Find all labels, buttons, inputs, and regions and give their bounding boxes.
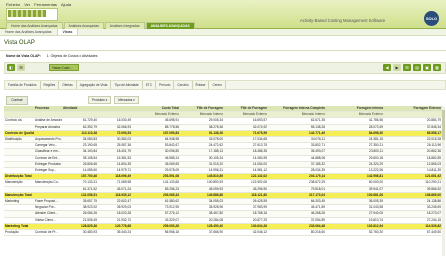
filter-center[interactable]: Centro <box>209 81 227 89</box>
value-cell: 35.440,24 <box>98 229 132 237</box>
value-cell: 37.666,90 <box>180 229 224 237</box>
process-cell: Distribuição Total <box>4 173 34 181</box>
app-title: Activity-Based Costing Management Softwa… <box>300 18 386 23</box>
filter-offers[interactable]: Ofertas <box>59 81 77 89</box>
scrollbar-thumb[interactable] <box>442 110 445 140</box>
next-icon[interactable]: ▶ <box>393 64 401 71</box>
brand-logo: SOLO <box>424 11 439 26</box>
menu-help[interactable]: Ajuda <box>61 2 71 7</box>
process-cell: Controlo de Qualidade Total <box>4 130 34 138</box>
filter-product-family[interactable]: Família de Produtos <box>5 81 41 89</box>
process-cell: Manutenção Total <box>4 192 34 200</box>
filter-regions[interactable]: Regiões <box>41 81 60 89</box>
dimension-selectors: Produtos ▾ Mercados ▾ <box>88 96 139 104</box>
value-cell: 30.480,93 <box>62 229 98 237</box>
page-title: Vista OLAP <box>4 40 35 46</box>
activity-cell: Arquivamento Pro... <box>34 136 62 144</box>
activity-cell: Controlo de Pr... <box>34 229 62 237</box>
menu-tools[interactable]: Ferramentas <box>34 2 57 7</box>
value-cell: 42.046,12 <box>224 229 268 237</box>
activity-cell: Classificar e em... <box>34 148 62 156</box>
table-row: Produção Controlo de Pr... 30.480,93 35.440… <box>4 229 442 237</box>
sub-tab-bar: Home das Análises Avançadas Vistas <box>0 29 446 36</box>
export-icon[interactable]: ▦ <box>433 64 441 71</box>
view-select[interactable]: Vistas Custo... <box>49 64 79 71</box>
value-cell: 80.216,60 <box>268 229 326 237</box>
tab-advanced[interactable]: Análises Avançadas <box>63 22 104 29</box>
value-cell: 67.449,50 <box>384 229 442 237</box>
tab-home-advanced[interactable]: Home das Análises Avançadas <box>6 22 63 29</box>
activity-cell: Manutenção Co... <box>34 179 62 187</box>
list-icon[interactable]: ▤ <box>413 64 421 71</box>
main-tabs: Home das Análises Avançadas Análises Ava… <box>6 22 195 29</box>
view-name-label: Nome da Vista OLAP: <box>6 54 41 58</box>
logo-graphic <box>8 10 46 17</box>
value-cell: 56.956,16 <box>132 229 180 237</box>
collapse-button[interactable]: Contrair <box>6 96 28 105</box>
prev-icon[interactable]: ◀ <box>383 64 391 71</box>
filter-emphasis[interactable]: Ênfase <box>193 81 210 89</box>
activity-cell: Preparar Amostra <box>34 124 62 131</box>
products-select[interactable]: Produtos ▾ <box>88 96 112 104</box>
main-toolbar: ◧ ⊞ Vistas Custo... ◀ ▶ ⊞ ▤ ▣ ▦ <box>4 62 446 74</box>
menu-file[interactable]: Ficheiro <box>6 2 20 7</box>
filter-bar: Família de Produtos Regiões Ofertas Agre… <box>4 80 446 90</box>
subtab-home[interactable]: Home das Análises Avançadas <box>0 29 58 35</box>
subtab-views[interactable]: Vistas <box>57 29 79 35</box>
table-icon[interactable]: ⊞ <box>403 64 411 71</box>
layout-icon[interactable]: ◧ <box>7 64 15 71</box>
process-cell: Produção <box>4 229 34 237</box>
filter-aggregation[interactable]: Agregação de Vista <box>77 81 112 89</box>
filter-scenario[interactable]: Cenário <box>174 81 193 89</box>
filter-activity-type[interactable]: Tipo de Atividade <box>111 81 143 89</box>
tab-advanced-active[interactable]: ANÁLISES AVANÇADAS <box>145 22 195 29</box>
markets-select[interactable]: Mercados ▾ <box>114 96 139 104</box>
value-cell: 52.760,20 <box>326 229 384 237</box>
menu-view[interactable]: Ver <box>24 2 30 7</box>
activity-cell: Análise de Amostra <box>34 117 62 125</box>
chart-icon[interactable]: ▣ <box>423 64 431 71</box>
tab-integrated[interactable]: Análises Integradas <box>104 22 145 29</box>
grid-icon[interactable]: ⊞ <box>17 64 25 71</box>
menu-bar: Ficheiro Ver Ferramentas Ajuda <box>6 2 71 7</box>
activity-cell: Atender Client... <box>34 210 62 218</box>
activity-cell: Controlo de Ent... <box>34 155 62 162</box>
filter-etc[interactable]: ETC <box>143 81 157 89</box>
divider <box>0 50 446 51</box>
activity-cell: Entregar Produtos <box>34 161 62 169</box>
filter-period[interactable]: Período <box>156 81 175 89</box>
olap-grid: Processo Atividade Custo Total Filtr de For… <box>4 106 442 237</box>
view-name-line: Nome da Vista OLAP: 1. Objetos de Custos… <box>6 54 98 58</box>
view-name-value: 1. Objetos de Custos x Atividades <box>46 54 98 58</box>
